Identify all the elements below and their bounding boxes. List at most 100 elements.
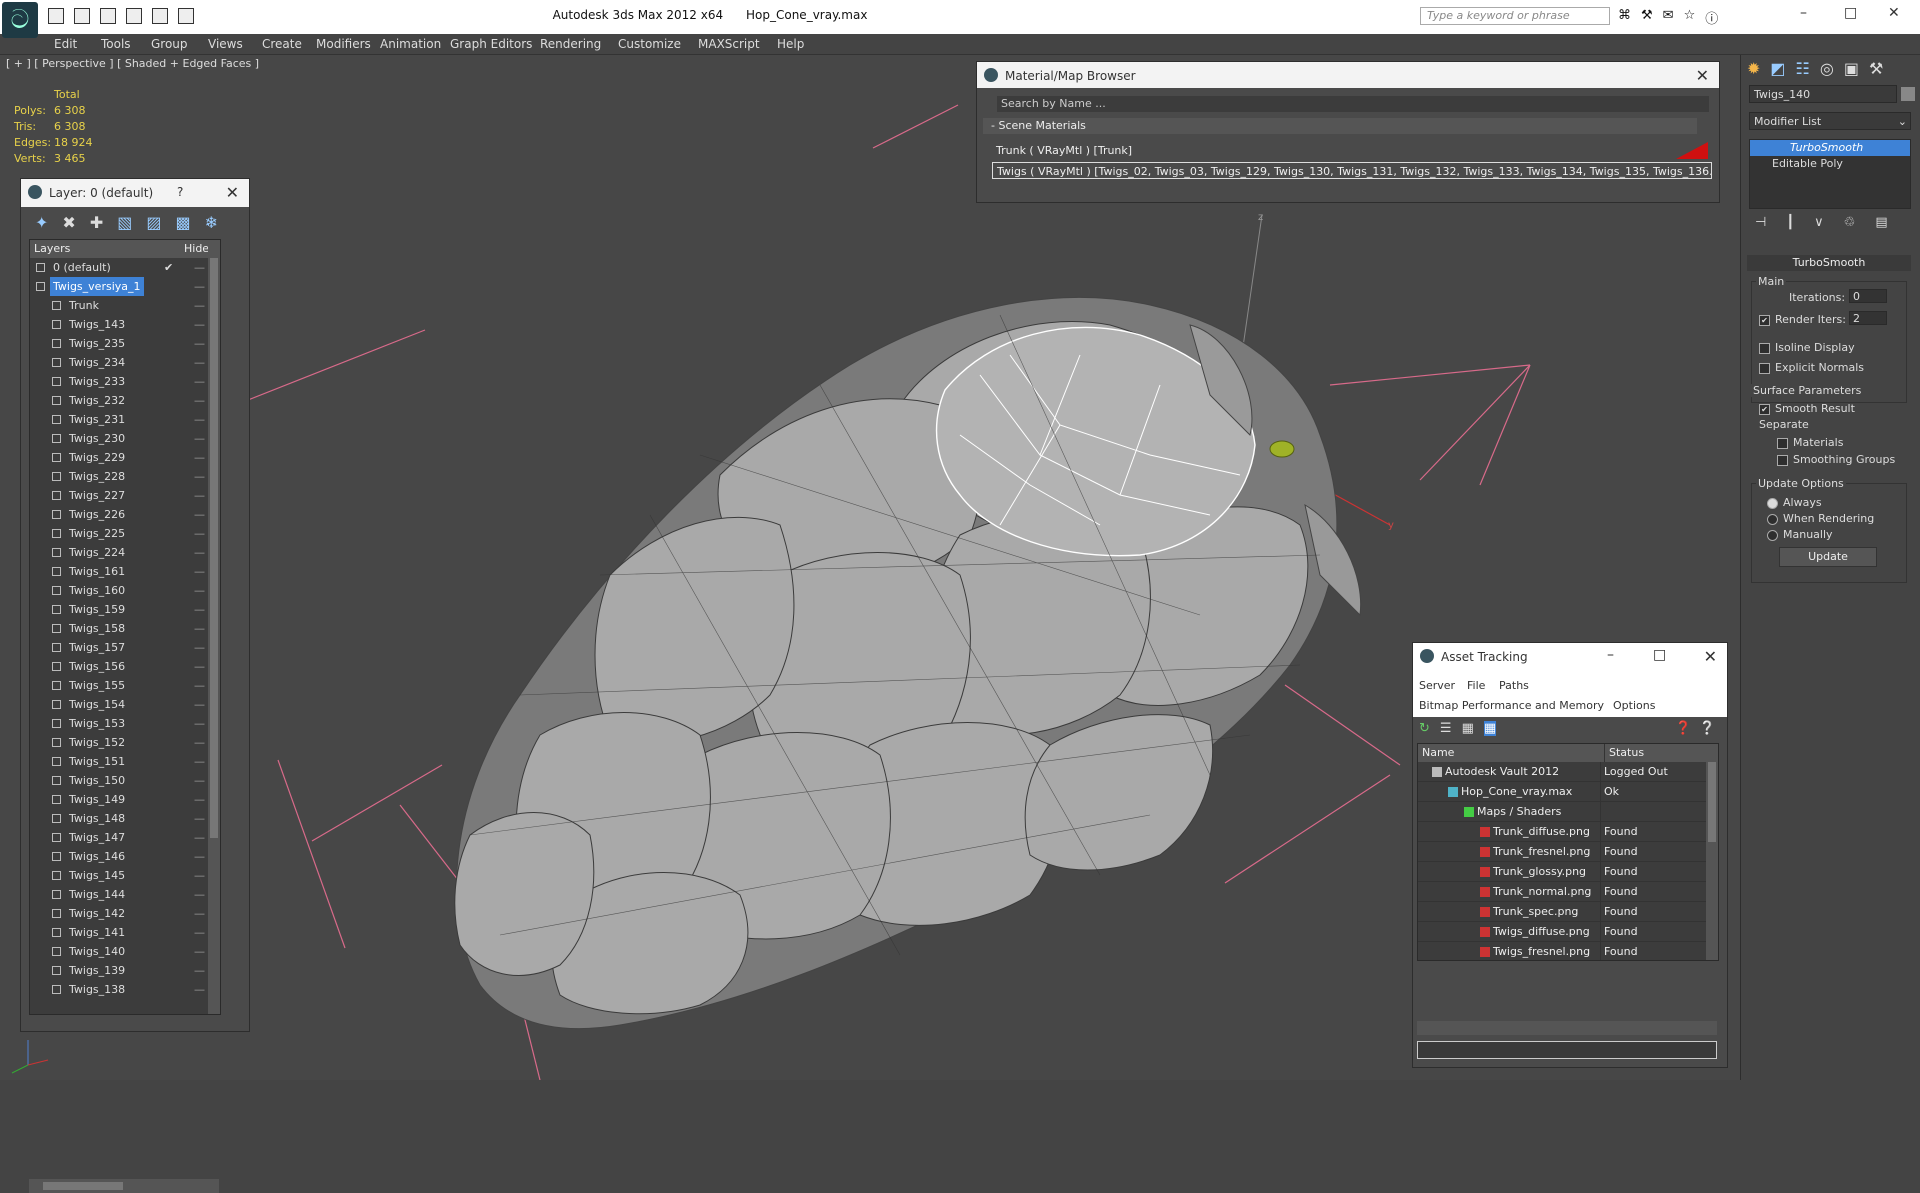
layer-row[interactable]: Twigs_154 — <box>30 695 220 714</box>
show-end-result-icon[interactable]: ┃ <box>1786 215 1794 230</box>
hide-toggle[interactable]: — <box>194 809 205 828</box>
layer-row[interactable]: Twigs_233 — <box>30 372 220 391</box>
hide-toggle[interactable]: — <box>194 657 205 676</box>
column-status[interactable]: Status <box>1605 744 1644 762</box>
manually-radio[interactable] <box>1767 529 1778 541</box>
context-help-icon[interactable]: ❔ <box>1699 721 1715 736</box>
explicit-normals-checkbox[interactable] <box>1759 362 1770 374</box>
layer-row[interactable]: Twigs_144 — <box>30 885 220 904</box>
modify-tab-icon[interactable]: ◩ <box>1770 59 1785 78</box>
subscription-icon[interactable]: ⚒ <box>1641 8 1653 27</box>
layer-row[interactable]: Twigs_228 — <box>30 467 220 486</box>
render-iters-option[interactable]: ✔ Render Iters: <box>1759 313 1846 326</box>
layer-row[interactable]: Twigs_143 — <box>30 315 220 334</box>
remove-modifier-icon[interactable]: ♲ <box>1844 215 1856 230</box>
hide-toggle[interactable]: — <box>194 581 205 600</box>
asset-row[interactable]: Maps / Shaders <box>1418 802 1718 822</box>
hide-toggle[interactable]: — <box>194 505 205 524</box>
layer-row[interactable]: Twigs_145 — <box>30 866 220 885</box>
hide-toggle[interactable]: — <box>194 277 205 296</box>
menu-group[interactable]: Group <box>151 37 188 51</box>
layer-row[interactable]: Twigs_231 — <box>30 410 220 429</box>
layer-row[interactable]: Twigs_161 — <box>30 562 220 581</box>
layer-row[interactable]: Twigs_150 — <box>30 771 220 790</box>
isoline-option[interactable]: Isoline Display <box>1759 341 1855 354</box>
hide-toggle[interactable]: — <box>194 296 205 315</box>
layer-row[interactable]: Twigs_155 — <box>30 676 220 695</box>
menu-tools[interactable]: Tools <box>101 37 131 51</box>
help-button[interactable]: ? <box>177 185 183 199</box>
explicit-normals-option[interactable]: Explicit Normals <box>1759 361 1864 374</box>
manually-option[interactable]: Manually <box>1767 528 1833 541</box>
hide-toggle[interactable]: — <box>194 752 205 771</box>
hide-toggle[interactable]: — <box>194 353 205 372</box>
material-search-input[interactable]: Search by Name ... <box>997 96 1709 112</box>
smoothing-groups-checkbox[interactable] <box>1777 454 1788 466</box>
menu-animation[interactable]: Animation <box>380 37 441 51</box>
object-name-field[interactable]: Twigs_140 <box>1749 85 1897 103</box>
layer-row[interactable]: Trunk — <box>30 296 220 315</box>
configure-sets-icon[interactable]: ▤ <box>1875 215 1887 230</box>
stack-item-editable-poly[interactable]: Editable Poly <box>1750 156 1910 172</box>
layer-row[interactable]: Twigs_141 — <box>30 923 220 942</box>
add-to-layer-icon[interactable]: ✚ <box>90 213 103 232</box>
layer-row[interactable]: Twigs_234 — <box>30 353 220 372</box>
asset-row[interactable]: Trunk_normal.png Found <box>1418 882 1718 902</box>
layer-row[interactable]: Twigs_158 — <box>30 619 220 638</box>
hide-toggle[interactable]: — <box>194 885 205 904</box>
asset-row[interactable]: Twigs_diffuse.png Found <box>1418 922 1718 942</box>
asset-row[interactable]: Twigs_fresnel.png Found <box>1418 942 1718 960</box>
motion-tab-icon[interactable]: ◎ <box>1820 59 1834 78</box>
layer-row[interactable]: Twigs_229 — <box>30 448 220 467</box>
hide-toggle[interactable]: — <box>194 828 205 847</box>
scroll-thumb[interactable] <box>1708 762 1716 842</box>
hide-toggle[interactable]: — <box>194 790 205 809</box>
layer-row[interactable]: Twigs_151 — <box>30 752 220 771</box>
menu-help[interactable]: Help <box>777 37 804 51</box>
hide-toggle[interactable]: — <box>194 391 205 410</box>
layer-row[interactable]: Twigs_235 — <box>30 334 220 353</box>
hide-toggle[interactable]: — <box>194 771 205 790</box>
modifier-stack[interactable]: TurboSmooth Editable Poly <box>1749 139 1911 209</box>
layer-row[interactable]: Twigs_139 — <box>30 961 220 980</box>
hide-toggle[interactable]: — <box>194 372 205 391</box>
smoothing-groups-option[interactable]: Smoothing Groups <box>1777 453 1895 466</box>
layer-row[interactable]: Twigs_232 — <box>30 391 220 410</box>
when-rendering-option[interactable]: When Rendering <box>1767 512 1874 525</box>
layers-vertical-scrollbar[interactable] <box>208 240 220 1014</box>
binoculars-icon[interactable]: ⌘ <box>1618 8 1631 27</box>
utilities-tab-icon[interactable]: ⚒ <box>1869 59 1883 78</box>
layer-row[interactable]: Twigs_227 — <box>30 486 220 505</box>
material-row-trunk[interactable]: Trunk ( VRayMtl ) [Trunk] <box>992 142 1712 159</box>
viewport-label[interactable]: [ + ] [ Perspective ] [ Shaded + Edged F… <box>6 57 259 70</box>
hide-toggle[interactable]: — <box>194 942 205 961</box>
layer-row[interactable]: 0 (default) ✔ — <box>30 258 220 277</box>
layer-row[interactable]: Twigs_226 — <box>30 505 220 524</box>
scroll-thumb[interactable] <box>43 1182 123 1190</box>
hide-toggle[interactable]: — <box>194 961 205 980</box>
layer-row[interactable]: Twigs_142 — <box>30 904 220 923</box>
menu-graph-editors[interactable]: Graph Editors <box>450 37 532 51</box>
close-icon[interactable]: ✕ <box>1696 66 1709 85</box>
minimize-icon[interactable]: – <box>1607 647 1614 663</box>
freeze-all-icon[interactable]: ❄ <box>205 213 218 232</box>
asset-row[interactable]: Trunk_spec.png Found <box>1418 902 1718 922</box>
render-iters-spinner[interactable]: 2 <box>1849 311 1887 325</box>
select-objects-icon[interactable]: ▧ <box>117 213 132 232</box>
smooth-result-checkbox[interactable]: ✔ <box>1759 403 1770 415</box>
layers-horizontal-scrollbar[interactable] <box>29 1179 219 1193</box>
layer-row[interactable]: Twigs_146 — <box>30 847 220 866</box>
layer-manager-titlebar[interactable]: Layer: 0 (default) ? ✕ <box>21 179 249 207</box>
asset-horizontal-scrollbar[interactable] <box>1417 1021 1717 1035</box>
scene-materials-section[interactable]: - Scene Materials <box>983 118 1697 134</box>
asset-menu-file[interactable]: File <box>1467 679 1485 692</box>
table-view-icon[interactable]: ▦ <box>1483 721 1497 736</box>
hide-toggle[interactable]: — <box>194 410 205 429</box>
menu-views[interactable]: Views <box>208 37 243 51</box>
hide-all-icon[interactable]: ▩ <box>175 213 190 232</box>
column-hide[interactable]: Hide <box>184 240 209 258</box>
delete-layer-icon[interactable]: ✖ <box>62 213 75 232</box>
layer-row[interactable]: Twigs_153 — <box>30 714 220 733</box>
close-icon[interactable]: ✕ <box>1704 647 1717 666</box>
layers-list[interactable]: Layers Hide 0 (default) ✔ — Twigs_versiya_1… <box>29 239 221 1015</box>
